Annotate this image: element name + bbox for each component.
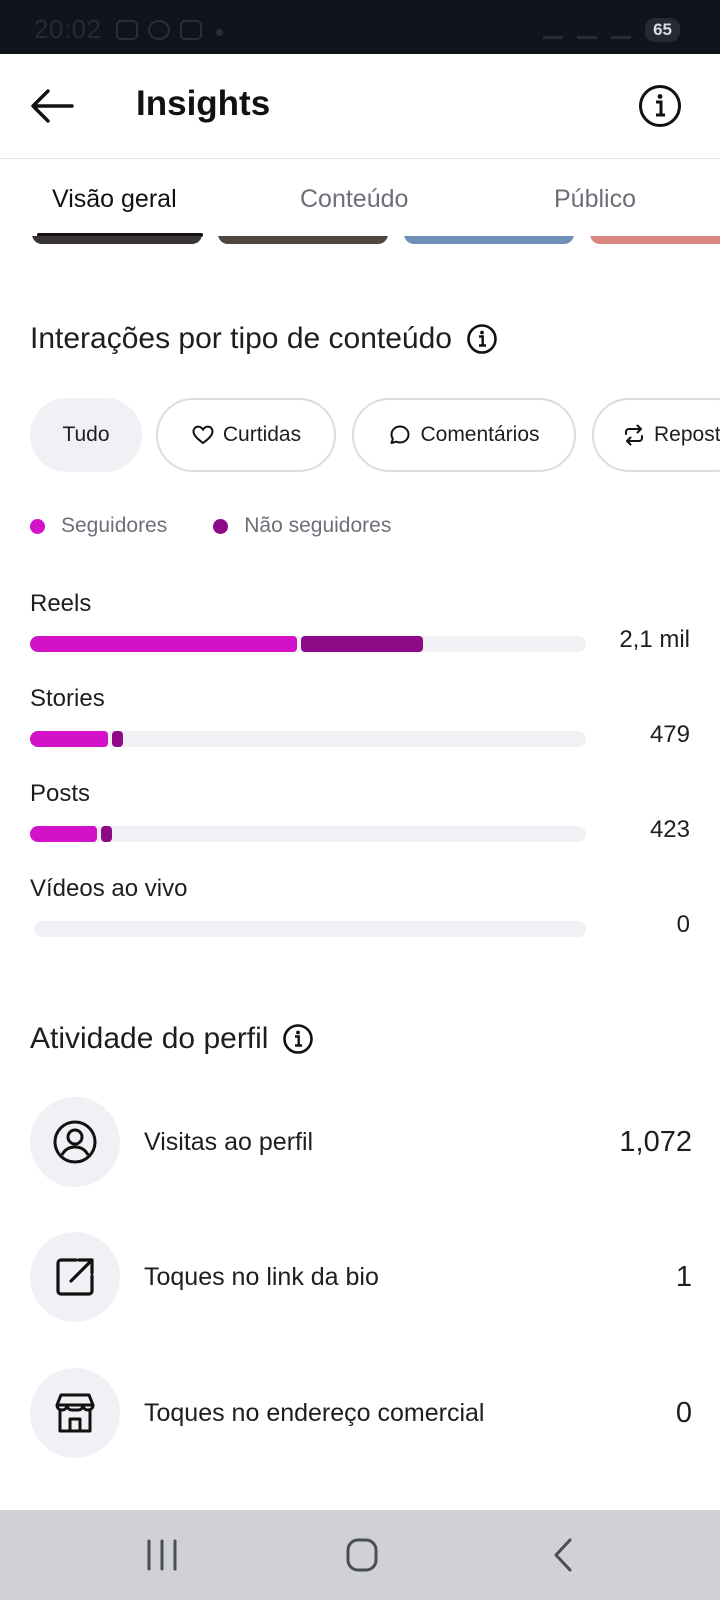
recent-apps-icon xyxy=(147,1539,177,1571)
bar-value: 0 xyxy=(676,911,690,938)
chart-legend: Seguidores Não seguidores xyxy=(30,514,391,538)
screenshot-icon xyxy=(116,20,138,40)
bar-segment-non-followers xyxy=(101,826,112,842)
arrow-left-icon xyxy=(31,89,74,123)
wifi-icon xyxy=(577,21,598,39)
thumbnail[interactable] xyxy=(32,236,202,244)
back-icon xyxy=(554,1538,572,1572)
activity-row-bio-link-taps[interactable]: Toques no link da bio 1 xyxy=(30,1231,692,1323)
bar-track xyxy=(30,636,586,652)
chip-label: Curtidas xyxy=(222,423,302,446)
activity-row-profile-visits[interactable]: Visitas ao perfil 1,072 xyxy=(30,1096,692,1188)
activity-title: Atividade do perfil xyxy=(30,1022,269,1055)
info-icon[interactable] xyxy=(282,1023,314,1055)
bar-segment-followers xyxy=(30,826,97,842)
icon-circle xyxy=(30,1368,120,1458)
info-icon xyxy=(639,85,681,127)
legend-label-non-followers: Não seguidores xyxy=(244,514,392,537)
activity-section-title: Atividade do perfil xyxy=(30,1022,314,1056)
repost-icon xyxy=(625,424,643,446)
home-button[interactable] xyxy=(332,1532,392,1578)
status-time: 20:02 xyxy=(34,14,102,44)
tab-bar: Visão geral Conteúdo Público xyxy=(0,158,720,237)
thumbnail[interactable] xyxy=(404,236,574,244)
system-back-button[interactable] xyxy=(534,1532,594,1578)
bar-row-reels: Reels 2,1 mil xyxy=(30,590,690,680)
recent-apps-button[interactable] xyxy=(132,1532,192,1578)
chip-label: Tudo xyxy=(62,423,110,446)
activity-row-business-address-taps[interactable]: Toques no endereço comercial 0 xyxy=(30,1367,692,1459)
tab-audience[interactable]: Público xyxy=(554,185,636,214)
page-title: Insights xyxy=(136,84,271,123)
activity-label: Toques no link da bio xyxy=(144,1262,379,1291)
info-button[interactable] xyxy=(638,84,682,128)
bar-label: Stories xyxy=(30,685,105,712)
mute-icon xyxy=(543,21,564,39)
app-header: Insights xyxy=(0,54,720,158)
status-bar: 20:02 65 xyxy=(0,0,720,54)
chip-label: Comentários xyxy=(420,423,540,446)
activity-value: 1,072 xyxy=(619,1125,692,1158)
icon-circle xyxy=(30,1097,120,1187)
bar-label: Vídeos ao vivo xyxy=(30,875,188,902)
bar-segment-followers xyxy=(30,636,297,652)
instagram-icon xyxy=(180,20,202,40)
tab-content[interactable]: Conteúdo xyxy=(300,185,408,214)
back-button[interactable] xyxy=(28,84,76,128)
system-icons: 65 xyxy=(543,18,680,42)
filter-chip-all[interactable]: Tudo xyxy=(30,398,142,472)
activity-value: 0 xyxy=(675,1396,692,1429)
chip-label: Repost xyxy=(654,423,720,446)
bar-track xyxy=(34,921,586,937)
storefront-icon xyxy=(55,1393,95,1433)
bar-value: 423 xyxy=(649,816,690,843)
notification-icons xyxy=(116,20,202,40)
bar-label: Reels xyxy=(30,590,92,617)
profile-icon xyxy=(53,1120,97,1164)
battery-indicator: 65 xyxy=(645,18,680,42)
thumbnail[interactable] xyxy=(218,236,388,244)
activity-value: 1 xyxy=(675,1260,692,1293)
legend-swatch-non-followers xyxy=(213,518,229,534)
bar-row-posts: Posts 423 xyxy=(30,780,690,870)
info-icon[interactable] xyxy=(466,323,498,355)
filter-chip-comments[interactable]: Comentários xyxy=(352,398,576,472)
filter-chip-reposts[interactable]: Repost xyxy=(592,398,720,472)
comment-icon xyxy=(390,425,410,444)
bar-label: Posts xyxy=(30,780,91,807)
bar-segment-non-followers xyxy=(112,731,123,747)
interactions-section-title: Interações por tipo de conteúdo xyxy=(30,322,498,356)
bar-row-live-videos: Vídeos ao vivo 0 xyxy=(30,875,690,965)
legend-swatch-followers xyxy=(30,518,45,534)
thumbnail[interactable] xyxy=(590,236,720,244)
whatsapp-icon xyxy=(148,20,170,40)
bar-value: 2,1 mil xyxy=(619,626,690,653)
legend-label-followers: Seguidores xyxy=(61,514,168,537)
filter-chip-likes[interactable]: Curtidas xyxy=(156,398,336,472)
activity-label: Toques no endereço comercial xyxy=(144,1398,485,1427)
bar-track xyxy=(30,731,586,747)
bar-track xyxy=(30,826,586,842)
bar-row-stories: Stories 479 xyxy=(30,685,690,775)
activity-label: Visitas ao perfil xyxy=(144,1127,314,1156)
system-nav-bar xyxy=(0,1510,720,1600)
bar-segment-non-followers xyxy=(301,636,423,652)
bar-segment-followers xyxy=(30,731,108,747)
more-notifications-dot xyxy=(216,29,223,36)
content-thumbnails xyxy=(0,236,720,248)
home-icon xyxy=(346,1538,378,1572)
bar-value: 479 xyxy=(649,721,690,748)
interactions-title: Interações por tipo de conteúdo xyxy=(30,322,452,355)
signal-icon xyxy=(611,21,632,39)
tab-overview[interactable]: Visão geral xyxy=(52,185,177,214)
external-link-icon xyxy=(56,1258,94,1296)
icon-circle xyxy=(30,1232,120,1322)
heart-icon xyxy=(192,425,214,445)
